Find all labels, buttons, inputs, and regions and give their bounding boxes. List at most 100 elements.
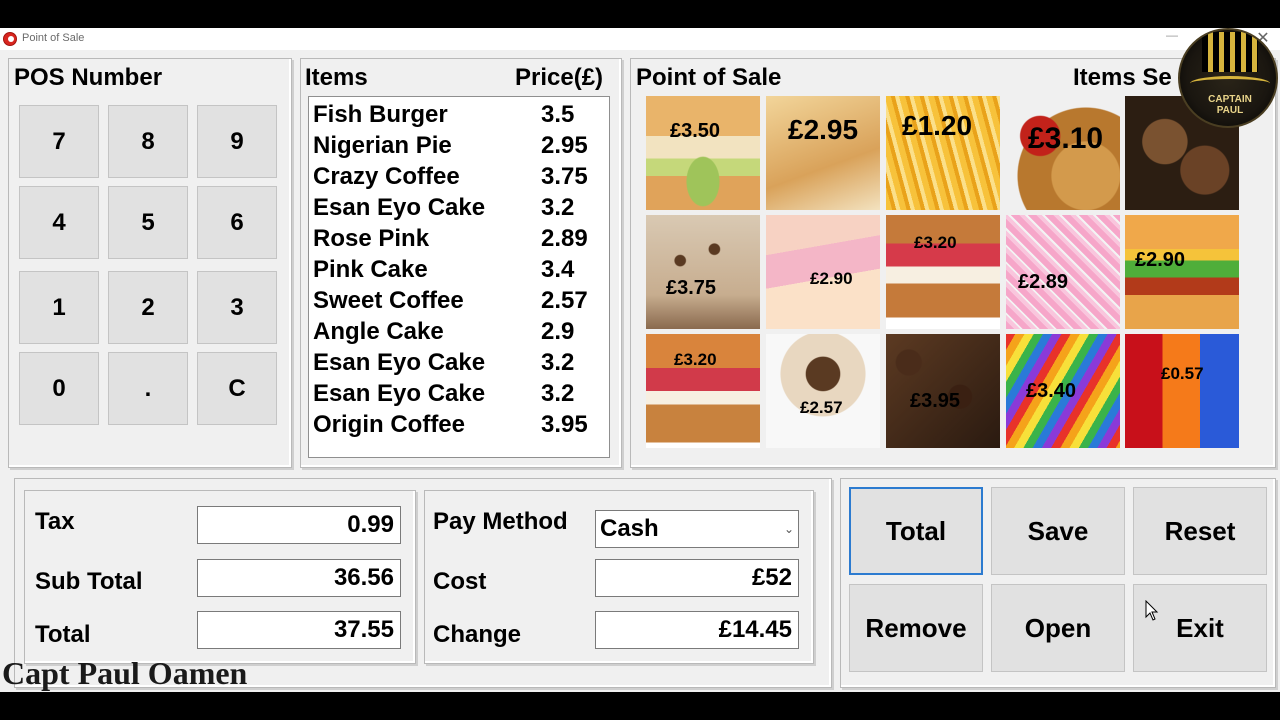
item-name: Angle Cake xyxy=(313,318,444,345)
key-2-button[interactable]: 2 xyxy=(108,271,188,344)
item-name: Esan Eyo Cake xyxy=(313,380,486,407)
change-field[interactable]: £14.45 xyxy=(595,611,799,649)
coffee-beans-image[interactable]: £3.95 xyxy=(886,334,1000,448)
window-title: Point of Sale xyxy=(22,32,85,44)
tile-price: £3.50 xyxy=(670,120,721,142)
key-dot-button[interactable]: . xyxy=(108,352,188,425)
captain-paul-logo: CAPTAIN PAUL xyxy=(1178,28,1278,128)
cost-field[interactable]: £52 xyxy=(595,559,799,597)
list-item[interactable]: Esan Eyo Cake 3.2 xyxy=(313,349,603,379)
key-0-button[interactable]: 0 xyxy=(19,352,99,425)
list-item[interactable]: Sweet Coffee 2.57 xyxy=(313,287,603,317)
item-price: 3.2 xyxy=(541,380,575,407)
item-price: 3.95 xyxy=(541,411,588,438)
tile-price: £3.95 xyxy=(910,390,961,412)
tile-price: £2.90 xyxy=(1135,249,1186,271)
tile-price: £2.95 xyxy=(788,114,859,145)
item-name: Sweet Coffee xyxy=(313,287,464,314)
cappuccino-image[interactable]: £2.57 xyxy=(766,334,880,448)
sponge-cake-image[interactable]: £3.20 xyxy=(886,215,1000,329)
key-6-button[interactable]: 6 xyxy=(197,186,277,259)
item-price: 2.89 xyxy=(541,225,588,252)
key-7-button[interactable]: 7 xyxy=(19,105,99,178)
logo-line2: PAUL xyxy=(1216,105,1244,116)
key-clear-button[interactable]: C xyxy=(197,352,277,425)
tile-price: £2.90 xyxy=(810,269,853,288)
tile-price: £3.20 xyxy=(914,233,957,252)
key-5-button[interactable]: 5 xyxy=(108,186,188,259)
chevron-down-icon[interactable]: ⌄ xyxy=(784,511,794,547)
change-label: Change xyxy=(433,621,522,648)
tile-price: £3.20 xyxy=(674,350,717,369)
item-name: Origin Coffee xyxy=(313,411,466,438)
key-4-button[interactable]: 4 xyxy=(19,186,99,259)
key-1-button[interactable]: 1 xyxy=(19,271,99,344)
item-name: Nigerian Pie xyxy=(313,132,452,159)
tile-price: £2.89 xyxy=(1018,271,1069,293)
remove-button[interactable]: Remove xyxy=(849,584,983,672)
total-field[interactable]: 37.55 xyxy=(197,611,401,649)
item-price: 3.4 xyxy=(541,256,575,283)
coffee-dessert-image[interactable]: £3.75 xyxy=(646,215,760,329)
burger-image[interactable]: £3.50 xyxy=(646,96,760,210)
list-item[interactable]: Nigerian Pie 2.95 xyxy=(313,132,603,162)
key-3-button[interactable]: 3 xyxy=(197,271,277,344)
logo-line1: CAPTAIN xyxy=(1208,94,1252,105)
soda-cans-image[interactable]: £0.57 xyxy=(1125,334,1239,448)
tile-price: £1.20 xyxy=(902,110,973,141)
item-price: 3.2 xyxy=(541,194,575,221)
item-name: Rose Pink xyxy=(313,225,430,252)
pay-method-label: Pay Method xyxy=(433,508,568,535)
tile-price: £0.57 xyxy=(1161,364,1204,383)
victoria-sponge-image[interactable]: £3.20 xyxy=(646,334,760,448)
total-button[interactable]: Total xyxy=(849,487,983,575)
signature-watermark: Capt Paul Oamen xyxy=(2,655,248,691)
angel-cake-image[interactable]: £2.90 xyxy=(766,215,880,329)
wings-icon xyxy=(1190,76,1270,91)
cost-label: Cost xyxy=(433,568,487,595)
list-item[interactable]: Esan Eyo Cake 3.2 xyxy=(313,194,603,224)
list-item[interactable]: Pink Cake 3.4 xyxy=(313,256,603,286)
exit-button[interactable]: Exit xyxy=(1133,584,1267,672)
list-item[interactable]: Fish Burger 3.5 xyxy=(313,101,603,131)
pay-method-select[interactable]: Cash ⌄ xyxy=(595,510,799,548)
pie-image[interactable]: £2.95 xyxy=(766,96,880,210)
item-name: Esan Eyo Cake xyxy=(313,349,486,376)
item-name: Crazy Coffee xyxy=(313,163,460,190)
items-title: Items xyxy=(305,64,368,91)
list-item[interactable]: Origin Coffee 3.95 xyxy=(313,411,603,441)
point-of-sale-title: Point of Sale xyxy=(636,64,782,91)
minimize-button[interactable]: — xyxy=(1166,28,1182,48)
item-name: Pink Cake xyxy=(313,256,428,283)
tile-price: £3.75 xyxy=(666,277,717,299)
app-icon xyxy=(3,32,17,46)
reset-button[interactable]: Reset xyxy=(1133,487,1267,575)
cap-stripes-icon xyxy=(1202,32,1258,72)
subtotal-field[interactable]: 36.56 xyxy=(197,559,401,597)
save-button[interactable]: Save xyxy=(991,487,1125,575)
title-bar: Point of Sale — ✕ xyxy=(0,28,1280,50)
cheeseburger-image[interactable]: £2.90 xyxy=(1125,215,1239,329)
pink-cake-image[interactable]: £2.89 xyxy=(1006,215,1120,329)
tile-price: £3.40 xyxy=(1026,380,1077,402)
list-item[interactable]: Angle Cake 2.9 xyxy=(313,318,603,348)
item-price: 3.2 xyxy=(541,349,575,376)
nuggets-image[interactable]: £3.10 xyxy=(1006,96,1120,210)
price-title: Price(£) xyxy=(515,64,604,91)
open-button[interactable]: Open xyxy=(991,584,1125,672)
items-list[interactable]: Fish Burger 3.5 Nigerian Pie 2.95 Crazy Coff… xyxy=(308,96,610,458)
tax-field[interactable]: 0.99 xyxy=(197,506,401,544)
list-item[interactable]: Rose Pink 2.89 xyxy=(313,225,603,255)
item-name: Fish Burger xyxy=(313,101,448,128)
tile-price: £2.57 xyxy=(800,398,843,417)
list-item[interactable]: Esan Eyo Cake 3.2 xyxy=(313,380,603,410)
pos-window: Point of Sale — ✕ POS Number 789 456 123 0.… xyxy=(0,28,1280,692)
key-9-button[interactable]: 9 xyxy=(197,105,277,178)
key-8-button[interactable]: 8 xyxy=(108,105,188,178)
rainbow-cake-image[interactable]: £3.40 xyxy=(1006,334,1120,448)
fries-image[interactable]: £1.20 xyxy=(886,96,1000,210)
tile-price: £3.10 xyxy=(1028,122,1104,155)
list-item[interactable]: Crazy Coffee 3.75 xyxy=(313,163,603,193)
tax-label: Tax xyxy=(35,508,75,535)
pay-method-value: Cash xyxy=(600,515,659,542)
